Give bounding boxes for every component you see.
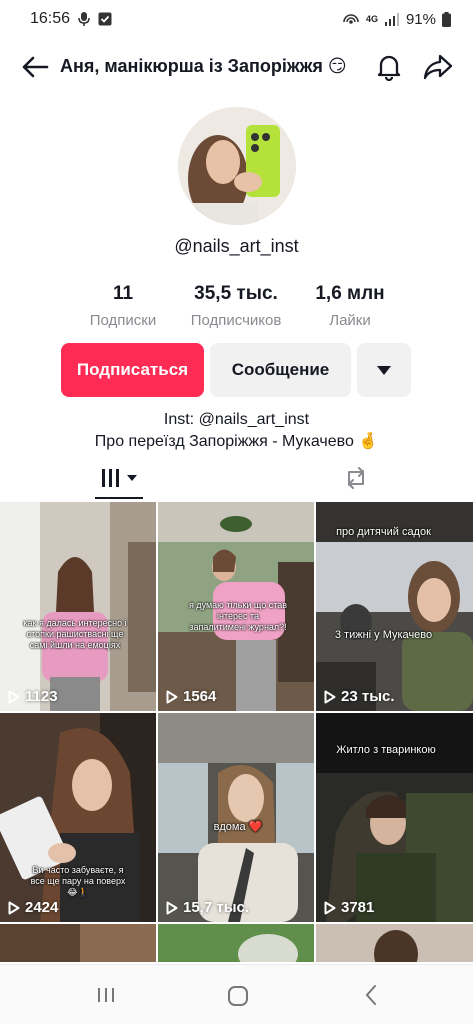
video-caption: вдома ❤️ [213, 821, 263, 833]
more-options-button[interactable] [357, 343, 411, 397]
play-icon [324, 690, 336, 703]
video-caption: Житло з тваринкою [336, 744, 436, 756]
view-count-value: 3781 [341, 899, 375, 916]
view-count-value: 2424 [25, 899, 59, 916]
play-icon [166, 690, 178, 703]
video-caption: я думаю тільки що став інтерес та запали… [188, 600, 288, 632]
stat-followers-label: Подписчиков [190, 312, 282, 329]
video-tile[interactable] [316, 924, 473, 962]
profile-stats: 11 Подписки 35,5 тыс. Подписчиков 1,6 мл… [0, 283, 473, 333]
video-tile[interactable]: я думаю тільки що став інтерес та запали… [158, 502, 314, 711]
system-navigation-bar [0, 964, 473, 1024]
view-count: 23 тыс. [324, 688, 395, 705]
video-thumbnail [158, 924, 314, 962]
stat-likes-label: Лайки [329, 312, 371, 329]
follow-button[interactable]: Подписаться [61, 343, 204, 397]
video-caption: Ви часто забуваєте, я все ще пару на пов… [30, 865, 126, 897]
system-back-button[interactable] [362, 983, 380, 1007]
chevron-left-icon [365, 985, 376, 1005]
video-caption: как я далась интересно і стопки рашиства… [23, 618, 127, 650]
stat-likes[interactable]: 1,6 млн Лайки [306, 283, 394, 329]
status-bar: 16:56 4G 91% [0, 0, 473, 38]
video-thumbnail [0, 924, 156, 962]
view-count-value: 1564 [183, 688, 217, 705]
view-count: 1564 [166, 688, 216, 705]
message-button[interactable]: Сообщение [210, 343, 351, 397]
content-tabs [0, 457, 473, 501]
status-time: 16:56 [30, 10, 71, 27]
checkbox-notification-icon [98, 12, 112, 26]
video-thumbnail [0, 502, 156, 711]
video-thumbnail [316, 924, 473, 962]
arrow-left-icon [22, 56, 49, 78]
battery-icon [442, 11, 451, 27]
video-caption-secondary: 3 тижні у Мукачево [334, 629, 433, 641]
back-button[interactable] [18, 50, 52, 84]
stat-followers-value: 35,5 тыс. [194, 283, 278, 304]
status-right: 4G 91% [342, 11, 451, 28]
view-count: 3781 [324, 899, 374, 916]
repost-icon [348, 467, 364, 489]
share-arrow-icon [423, 54, 453, 80]
video-tile[interactable]: вдома ❤️ 15,7 тыс. [158, 713, 314, 922]
bell-icon [377, 55, 401, 81]
view-count: 2424 [8, 899, 58, 916]
stat-following[interactable]: 11 Подписки [79, 283, 167, 329]
video-tile[interactable]: Житло з тваринкою 3781 [316, 713, 473, 922]
grid-icon [102, 469, 119, 487]
view-count-value: 15,7 тыс. [183, 899, 250, 916]
stat-followers[interactable]: 35,5 тыс. Подписчиков [178, 283, 294, 329]
stat-following-value: 11 [112, 283, 134, 304]
video-thumbnail [158, 713, 314, 922]
signal-icon [384, 12, 400, 26]
bio-line-about: Про переїзд Запоріжжя - Мукачево 🤞 [94, 433, 379, 450]
network-type: 4G [365, 13, 378, 24]
avatar-photo [178, 107, 296, 225]
avatar[interactable] [178, 107, 296, 225]
battery-percent: 91% [405, 10, 436, 28]
home-button[interactable] [227, 985, 249, 1007]
video-tile[interactable]: Ви часто забуваєте, я все ще пару на пов… [0, 713, 156, 922]
view-count: 15,7 тыс. [166, 899, 249, 916]
profile-header: Аня, манікюрша із Запоріжжя 😏 [0, 44, 473, 90]
caret-down-icon [377, 365, 391, 375]
tab-videos[interactable] [95, 463, 143, 493]
home-icon [228, 986, 248, 1006]
play-icon [8, 690, 20, 703]
play-icon [166, 901, 178, 914]
view-count-value: 23 тыс. [341, 688, 395, 705]
stat-following-label: Подписки [89, 312, 157, 329]
view-count-value: 1123 [25, 688, 58, 705]
hotspot-icon [342, 12, 360, 26]
video-tile[interactable]: как я далась интересно і стопки рашиства… [0, 502, 156, 711]
recent-apps-icon [98, 988, 114, 1002]
bio: Inst: @nails_art_inst Про переїзд Запорі… [0, 409, 473, 453]
page-title: Аня, манікюрша із Запоріжжя 😏 [60, 56, 347, 76]
stat-likes-value: 1,6 млн [315, 283, 385, 304]
video-tile[interactable] [158, 924, 314, 962]
video-tile[interactable]: про дитячий садок 3 тижні у Мукачево 23 … [316, 502, 473, 711]
tab-reposts[interactable] [340, 463, 372, 493]
video-caption: про дитячий садок [336, 526, 431, 538]
bio-line-instagram: Inst: @nails_art_inst [163, 411, 310, 428]
notifications-button[interactable] [372, 50, 406, 84]
recent-apps-button[interactable] [94, 983, 118, 1007]
video-tile[interactable] [0, 924, 156, 962]
tab-caret-down-icon [127, 475, 137, 481]
microphone-icon [78, 11, 90, 27]
view-count: 1123 [8, 688, 58, 705]
play-icon [324, 901, 336, 914]
username: @nails_art_inst [174, 236, 299, 256]
share-button[interactable] [420, 50, 456, 84]
play-icon [8, 901, 20, 914]
status-left: 16:56 [30, 10, 112, 28]
video-grid: как я далась интересно і стопки рашиства… [0, 502, 473, 962]
active-tab-indicator [95, 497, 143, 499]
